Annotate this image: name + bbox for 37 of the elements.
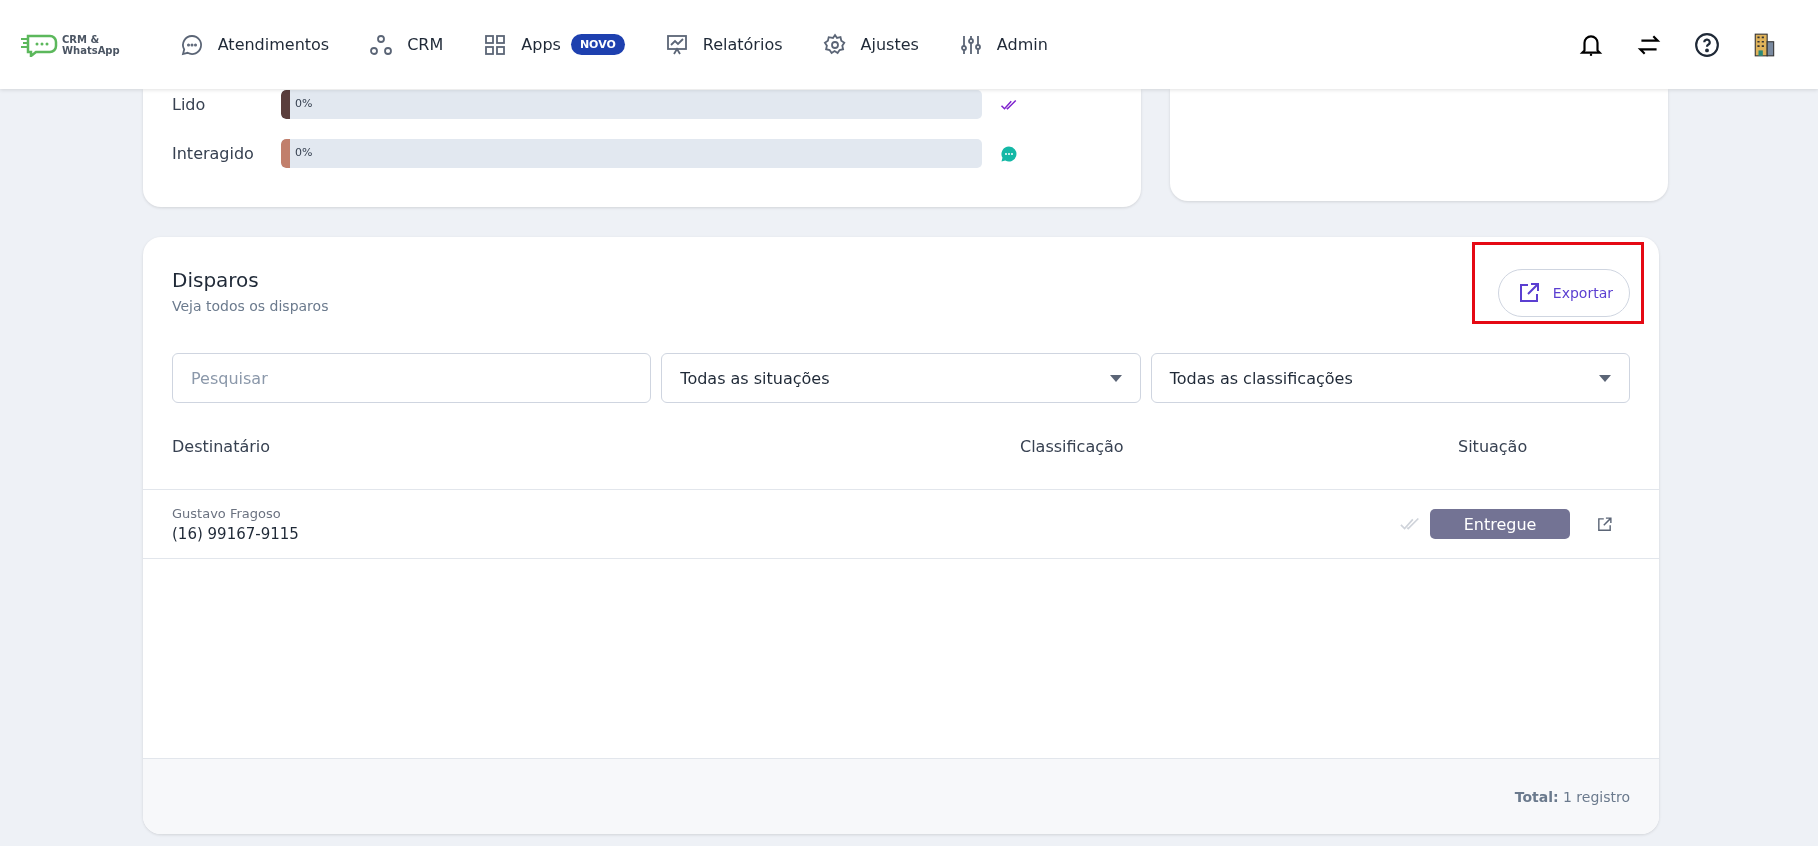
logo-icon bbox=[20, 32, 58, 57]
nav-link[interactable]: Apps bbox=[521, 35, 561, 54]
help-icon[interactable] bbox=[1694, 31, 1720, 58]
recipient-name: Gustavo Fragoso bbox=[172, 505, 282, 521]
section-title: Disparos bbox=[172, 268, 260, 292]
progress-label: Lido bbox=[172, 95, 207, 114]
circles-icon bbox=[369, 32, 394, 57]
settings-icon bbox=[822, 32, 847, 57]
section-subtitle: Veja todos os disparos bbox=[172, 298, 329, 314]
filter-dropdown[interactable]: Todas as situações bbox=[661, 353, 1141, 403]
logo-text: WhatsApp bbox=[62, 44, 120, 56]
caret-icon bbox=[1599, 374, 1611, 382]
status-badge: Entregue bbox=[1430, 509, 1570, 539]
nav-link[interactable]: Relatórios bbox=[702, 35, 783, 54]
progress-reading: 0% bbox=[295, 146, 313, 159]
new-badge: NOVO bbox=[570, 34, 625, 55]
progress-reading: 0% bbox=[295, 97, 313, 110]
chat-bubble-icon bbox=[1000, 144, 1018, 163]
filter-dropdown[interactable]: Todas as classificações bbox=[1150, 353, 1630, 403]
grid-icon bbox=[483, 32, 508, 57]
logo-text: CRM & bbox=[62, 33, 101, 45]
column-header: Classificação bbox=[1020, 436, 1125, 456]
column-header: Destinatário bbox=[172, 436, 272, 456]
external-link-icon[interactable] bbox=[1596, 515, 1613, 533]
presentation-chart-icon bbox=[664, 32, 689, 57]
export-button[interactable]: Exportar bbox=[1497, 269, 1630, 317]
progress-label: Interagido bbox=[172, 144, 255, 163]
recipient-phone: (16) 99167-9115 bbox=[172, 524, 300, 543]
search-field[interactable]: Pesquisar bbox=[172, 353, 652, 403]
nav-link[interactable]: Admin bbox=[996, 35, 1048, 54]
column-header: Situação bbox=[1457, 436, 1529, 456]
nav-link[interactable]: Atendimentos bbox=[217, 35, 330, 54]
nav-link[interactable]: CRM bbox=[407, 35, 444, 54]
nav-link[interactable]: Ajustes bbox=[860, 35, 919, 54]
total-count: Total: 1 registro bbox=[1514, 788, 1630, 805]
chat-bubble-icon bbox=[179, 32, 204, 57]
caret-icon bbox=[1109, 374, 1122, 382]
